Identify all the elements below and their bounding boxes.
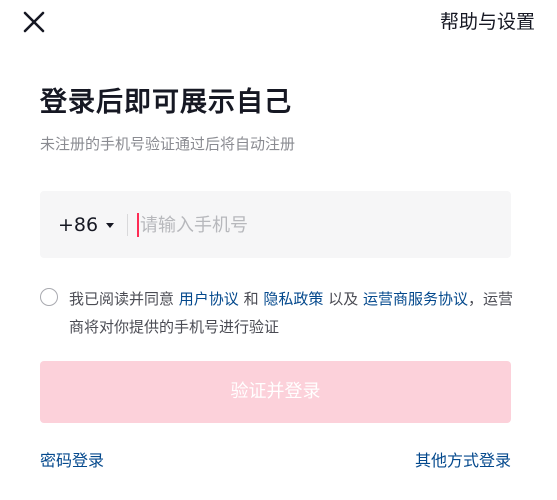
operator-agreement-link[interactable]: 运营商服务协议 [363, 290, 468, 308]
agreement-and-also: 以及 [328, 290, 359, 308]
close-icon[interactable] [20, 8, 48, 36]
other-login-link[interactable]: 其他方式登录 [415, 450, 511, 472]
divider [127, 214, 128, 236]
user-agreement-link[interactable]: 用户协议 [179, 290, 239, 308]
agreement-prefix: 我已阅读并同意 [69, 290, 175, 308]
phone-number-input[interactable] [137, 205, 500, 245]
phone-input-box: +86 [40, 191, 511, 258]
agreement-checkbox[interactable] [40, 288, 58, 306]
privacy-policy-link[interactable]: 隐私政策 [263, 290, 323, 308]
login-page: 帮助与设置 登录后即可展示自己 未注册的手机号验证通过后将自动注册 +86 我已… [0, 0, 557, 500]
verify-login-button[interactable]: 验证并登录 [40, 361, 511, 423]
agreement-text: 我已阅读并同意 用户协议 和 隐私政策 以及 运营商服务协议，运营商将对你提供的… [69, 285, 514, 341]
country-code-label: +86 [58, 214, 99, 236]
top-bar: 帮助与设置 [0, 0, 557, 44]
text-cursor [137, 213, 139, 237]
help-settings-link[interactable]: 帮助与设置 [440, 10, 535, 34]
page-title: 登录后即可展示自己 [40, 87, 292, 118]
caret-down-icon [106, 222, 115, 228]
agreement-and: 和 [243, 290, 259, 308]
country-code-selector[interactable]: +86 [58, 213, 115, 237]
page-subtitle: 未注册的手机号验证通过后将自动注册 [40, 135, 296, 153]
password-login-link[interactable]: 密码登录 [40, 450, 104, 472]
